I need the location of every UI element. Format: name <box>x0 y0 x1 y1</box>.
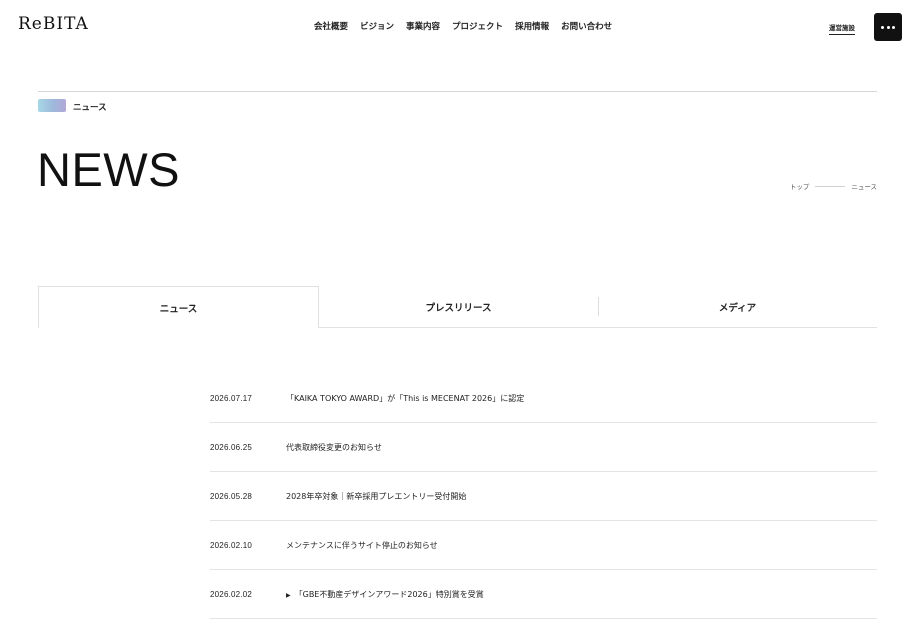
news-date: 2026.02.02 <box>210 589 253 599</box>
news-date: 2026.02.10 <box>210 540 253 550</box>
nav-item-recruit[interactable]: 採用情報 <box>515 20 549 32</box>
breadcrumb-current: ニュース <box>851 183 877 191</box>
logo-text: ReBITA <box>18 14 89 34</box>
breadcrumb-home[interactable]: トップ <box>790 181 810 191</box>
divider <box>38 91 877 92</box>
news-date: 2026.06.25 <box>210 442 253 452</box>
news-item[interactable]: 2026.05.28 2028年卒対象｜新卒採用プレエントリー受付開始 <box>210 472 877 521</box>
tab-press-release[interactable]: プレスリリース <box>319 286 598 327</box>
nav-item-contact[interactable]: お問い合わせ <box>561 20 612 32</box>
news-title: 「KAIKA TOKYO AWARD」が「This is MECENAT 202… <box>286 393 525 403</box>
news-list: 2026.07.17 「KAIKA TOKYO AWARD」が「This is … <box>210 374 877 619</box>
news-title: 代表取締役変更のお知らせ <box>286 442 382 452</box>
facilities-link[interactable]: 運営施設 <box>829 22 855 35</box>
news-item[interactable]: 2026.02.02 ▶ 「GBE不動産デザインアワード2026」特別賞を受賞 <box>210 570 877 619</box>
news-title: 「GBE不動産デザインアワード2026」特別賞を受賞 <box>294 589 484 599</box>
breadcrumb: トップ ニュース <box>790 181 877 191</box>
section-label: ニュース <box>73 103 107 113</box>
news-title: メンテナンスに伴うサイト停止のお知らせ <box>286 540 438 550</box>
nav-item-vision[interactable]: ビジョン <box>360 20 394 32</box>
site-logo[interactable]: ReBITA <box>18 14 89 34</box>
menu-button[interactable] <box>874 13 902 41</box>
tab-label: プレスリリース <box>425 302 492 314</box>
news-item[interactable]: 2026.06.25 代表取締役変更のお知らせ <box>210 423 877 472</box>
tab-label: メディア <box>718 302 757 314</box>
nav-item-company[interactable]: 会社概要 <box>314 20 348 32</box>
news-date: 2026.05.28 <box>210 491 253 501</box>
news-category-tabs: ニュース プレスリリース メディア <box>38 286 877 328</box>
tab-separator <box>598 297 599 316</box>
news-item[interactable]: 2026.02.10 メンテナンスに伴うサイト停止のお知らせ <box>210 521 877 570</box>
tab-label: ニュース <box>159 303 198 315</box>
tab-news[interactable]: ニュース <box>38 286 319 328</box>
tab-media[interactable]: メディア <box>598 286 877 327</box>
news-date: 2026.07.17 <box>210 393 253 403</box>
nav-item-projects[interactable]: プロジェクト <box>452 20 503 32</box>
nav-item-business[interactable]: 事業内容 <box>406 20 440 32</box>
news-title-wrapper: ▶ 「GBE不動産デザインアワード2026」特別賞を受賞 <box>286 589 484 600</box>
news-item[interactable]: 2026.07.17 「KAIKA TOKYO AWARD」が「This is … <box>210 374 877 423</box>
play-icon: ▶ <box>286 591 291 599</box>
section-label-swatch <box>38 99 66 112</box>
more-dots-icon <box>881 25 895 29</box>
global-nav: 会社概要 ビジョン 事業内容 プロジェクト 採用情報 お問い合わせ <box>314 20 612 32</box>
news-title: 2028年卒対象｜新卒採用プレエントリー受付開始 <box>286 491 467 501</box>
page-title: NEWS <box>37 143 180 196</box>
breadcrumb-separator <box>815 185 846 187</box>
